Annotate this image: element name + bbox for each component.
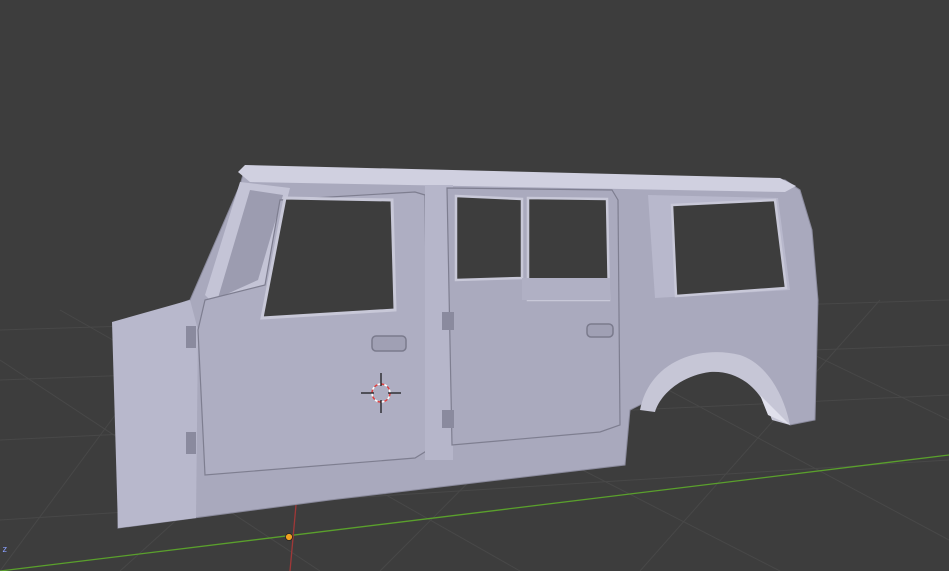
3d-viewport[interactable]: z <box>0 0 949 571</box>
object-origin-icon[interactable] <box>285 533 293 541</box>
z-axis-label: z <box>2 545 8 555</box>
viewport-canvas[interactable] <box>0 0 949 571</box>
vehicle-body-mesh[interactable] <box>112 165 819 529</box>
